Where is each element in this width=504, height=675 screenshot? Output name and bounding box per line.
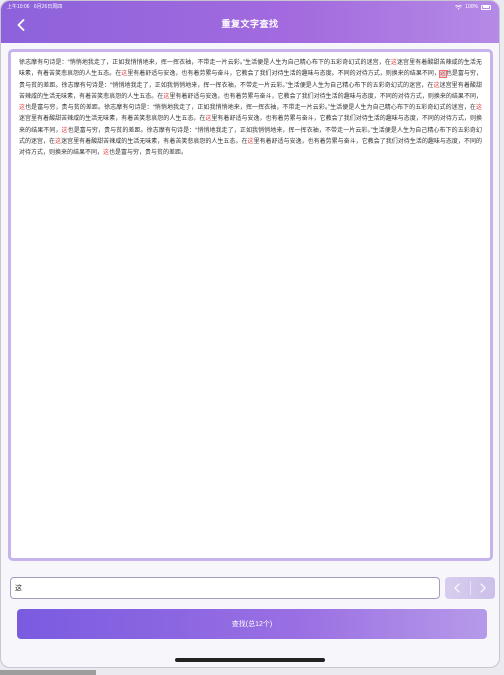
horizontal-scrollbar[interactable] — [0, 670, 96, 675]
text-segment: 迷宫里有着酸甜苦辣咸的生活无味素，有着苦笑悲哀怨的人生五态。在 — [19, 116, 206, 123]
text-segment: 里有着舒适与安逸，也有着劳累与奋斗，它教会了我们对待生活的趣味与态度。不同的对待… — [127, 71, 440, 78]
content-text: 徐志摩有句诗是：“悄悄地我走了，正如我悄悄地来，挥一挥衣袖，不带走一片云彩。”生… — [19, 58, 482, 160]
text-segment: 迷宫里有着酸甜苦辣咸的生活无味素，有着苦笑悲哀怨的人生五态。在 — [61, 139, 248, 146]
next-match-button[interactable] — [471, 577, 496, 599]
page-title: 重复文字查找 — [221, 19, 279, 29]
status-right: 100% — [455, 1, 491, 13]
device-frame: 上午10:06 6月26日周四 100% 重复文字查找 徐志摩有句诗是：“悄悄地… — [0, 0, 500, 668]
chevron-left-icon — [454, 583, 460, 593]
status-left: 上午10:06 6月26日周四 — [7, 1, 62, 13]
wifi-icon — [455, 4, 463, 10]
text-content-panel[interactable]: 徐志摩有句诗是：“悄悄地我走了，正如我悄悄地来，挥一挥衣袖，不带走一片云彩。”生… — [8, 49, 493, 561]
text-segment: 也是富与穷，贵与贫的差距。徐志摩有句诗是：“悄悄地我走了，正如我悄悄地来，挥一挥… — [25, 105, 476, 112]
text-segment: 里有着舒适与安逸，也有着劳累与奋斗，它教会了我们对待生活的趣味与态度，不同的对待… — [169, 93, 482, 100]
status-bar: 上午10:06 6月26日周四 100% — [1, 1, 499, 13]
nav-header: 上午10:06 6月26日周四 100% 重复文字查找 — [1, 1, 499, 43]
chevron-right-icon — [480, 583, 486, 593]
find-button[interactable]: 查找(总12个) — [17, 609, 487, 639]
home-indicator — [175, 658, 325, 662]
text-segment: 徐志摩有句诗是：“悄悄地我走了，正如我悄悄地来，挥一挥衣袖，不带走一片云彩。”生… — [19, 60, 391, 66]
battery-icon — [481, 4, 491, 10]
previous-match-button[interactable] — [445, 577, 470, 599]
search-input[interactable] — [10, 577, 440, 599]
battery-percent: 100% — [465, 4, 478, 10]
text-segment: 也是富与穷，贵与贫的差距。 — [109, 150, 188, 157]
match-highlight: 这 — [475, 105, 482, 112]
status-time: 上午10:06 — [7, 4, 30, 10]
status-date: 6月26日周四 — [33, 4, 63, 10]
match-navigation — [445, 577, 495, 599]
